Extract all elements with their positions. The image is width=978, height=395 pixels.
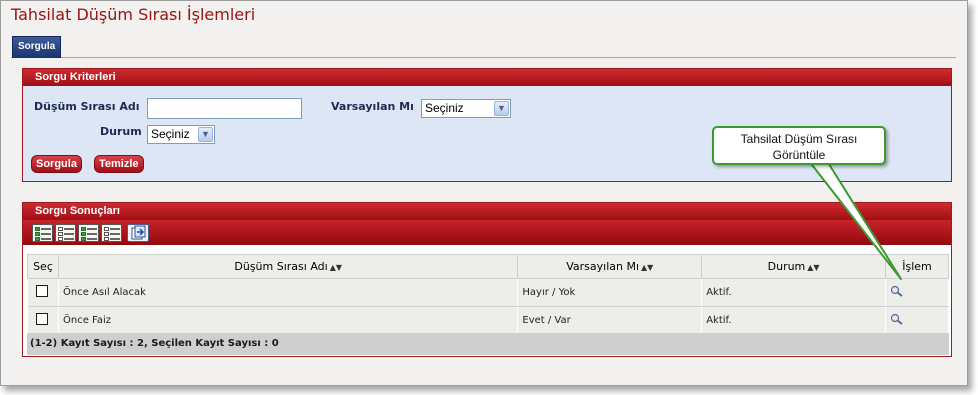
column-header-varsayilan[interactable]: Varsayılan Mı ▲▼ xyxy=(517,254,703,279)
varsayilan-selected-value: Seçiniz xyxy=(425,101,464,115)
tab-sorgula[interactable]: Sorgula xyxy=(12,36,62,58)
callout-box: Tahsilat Düşüm Sırası Görüntüle xyxy=(712,126,886,165)
dusum-adi-cell: Önce Asıl Alacak xyxy=(58,278,519,307)
row-checkbox[interactable] xyxy=(36,285,49,297)
column-header-dusum-adi[interactable]: Düşüm Sırası Adı ▲▼ xyxy=(57,254,519,279)
table-row: Önce Faiz Evet / Var Aktif. xyxy=(27,306,949,335)
results-panel-header: Sorgu Sonuçları xyxy=(23,203,951,220)
row-select-cell xyxy=(27,306,59,335)
row-checkbox[interactable] xyxy=(36,313,49,325)
dusum-adi-cell: Önce Faiz xyxy=(58,306,519,335)
islem-cell xyxy=(885,278,949,307)
results-panel: Sorgu Sonuçları Seç Düşüm Sırası Adı ▲▼ … xyxy=(22,202,952,357)
grid-footer: (1-2) Kayıt Sayısı : 2, Seçilen Kayıt Sa… xyxy=(27,333,949,355)
row-select-cell xyxy=(27,278,59,307)
sort-icon: ▲▼ xyxy=(329,263,342,272)
chevron-down-icon: ▼ xyxy=(198,127,213,142)
durum-selected-value: Seçiniz xyxy=(151,127,190,141)
sorgula-button[interactable]: Sorgula xyxy=(31,155,82,173)
column-header-label: Düşüm Sırası Adı xyxy=(234,260,328,273)
select-page-icon[interactable] xyxy=(78,224,99,242)
durum-label: Durum xyxy=(100,125,142,138)
magnifier-icon[interactable] xyxy=(890,313,904,325)
table-row: Önce Asıl Alacak Hayır / Yok Aktif. xyxy=(27,278,949,307)
durum-cell: Aktif. xyxy=(701,278,887,307)
dusum-adi-label: Düşüm Sırası Adı xyxy=(34,100,140,113)
temizle-button[interactable]: Temizle xyxy=(94,155,144,173)
varsayilan-select[interactable]: Seçiniz ▼ xyxy=(421,99,511,118)
select-all-icon[interactable] xyxy=(32,224,53,242)
deselect-all-icon[interactable] xyxy=(55,224,76,242)
varsayilan-cell: Evet / Var xyxy=(517,306,703,335)
app-window: Tahsilat Düşüm Sırası İşlemleri Sorgula … xyxy=(0,0,968,386)
durum-cell: Aktif. xyxy=(701,306,887,335)
page-title: Tahsilat Düşüm Sırası İşlemleri xyxy=(11,5,256,24)
criteria-panel-header: Sorgu Kriterleri xyxy=(23,69,951,86)
column-header-label: Varsayılan Mı xyxy=(566,260,640,273)
results-grid: Seç Düşüm Sırası Adı ▲▼ Varsayılan Mı ▲▼ D… xyxy=(27,254,949,335)
chevron-down-icon: ▼ xyxy=(494,101,509,116)
column-header-label: İşlem xyxy=(902,260,932,273)
durum-select[interactable]: Seçiniz ▼ xyxy=(147,125,215,144)
islem-cell xyxy=(885,306,949,335)
deselect-page-icon[interactable] xyxy=(101,224,122,242)
sort-icon: ▲▼ xyxy=(641,263,654,272)
column-header-islem: İşlem xyxy=(885,254,949,279)
sort-icon: ▲▼ xyxy=(807,263,820,272)
export-icon[interactable] xyxy=(127,224,149,242)
column-header-label: Durum xyxy=(767,260,806,273)
dusum-adi-input[interactable] xyxy=(147,98,302,119)
results-toolbar xyxy=(23,220,951,245)
column-header-label: Seç xyxy=(33,260,53,273)
varsayilan-label: Varsayılan Mı xyxy=(331,100,414,113)
column-header-sec: Seç xyxy=(27,254,59,279)
grid-header-row: Seç Düşüm Sırası Adı ▲▼ Varsayılan Mı ▲▼ D… xyxy=(27,254,949,279)
tab-strip: Sorgula xyxy=(11,36,956,58)
magnifier-icon[interactable] xyxy=(890,285,904,297)
varsayilan-cell: Hayır / Yok xyxy=(517,278,703,307)
column-header-durum[interactable]: Durum ▲▼ xyxy=(701,254,887,279)
